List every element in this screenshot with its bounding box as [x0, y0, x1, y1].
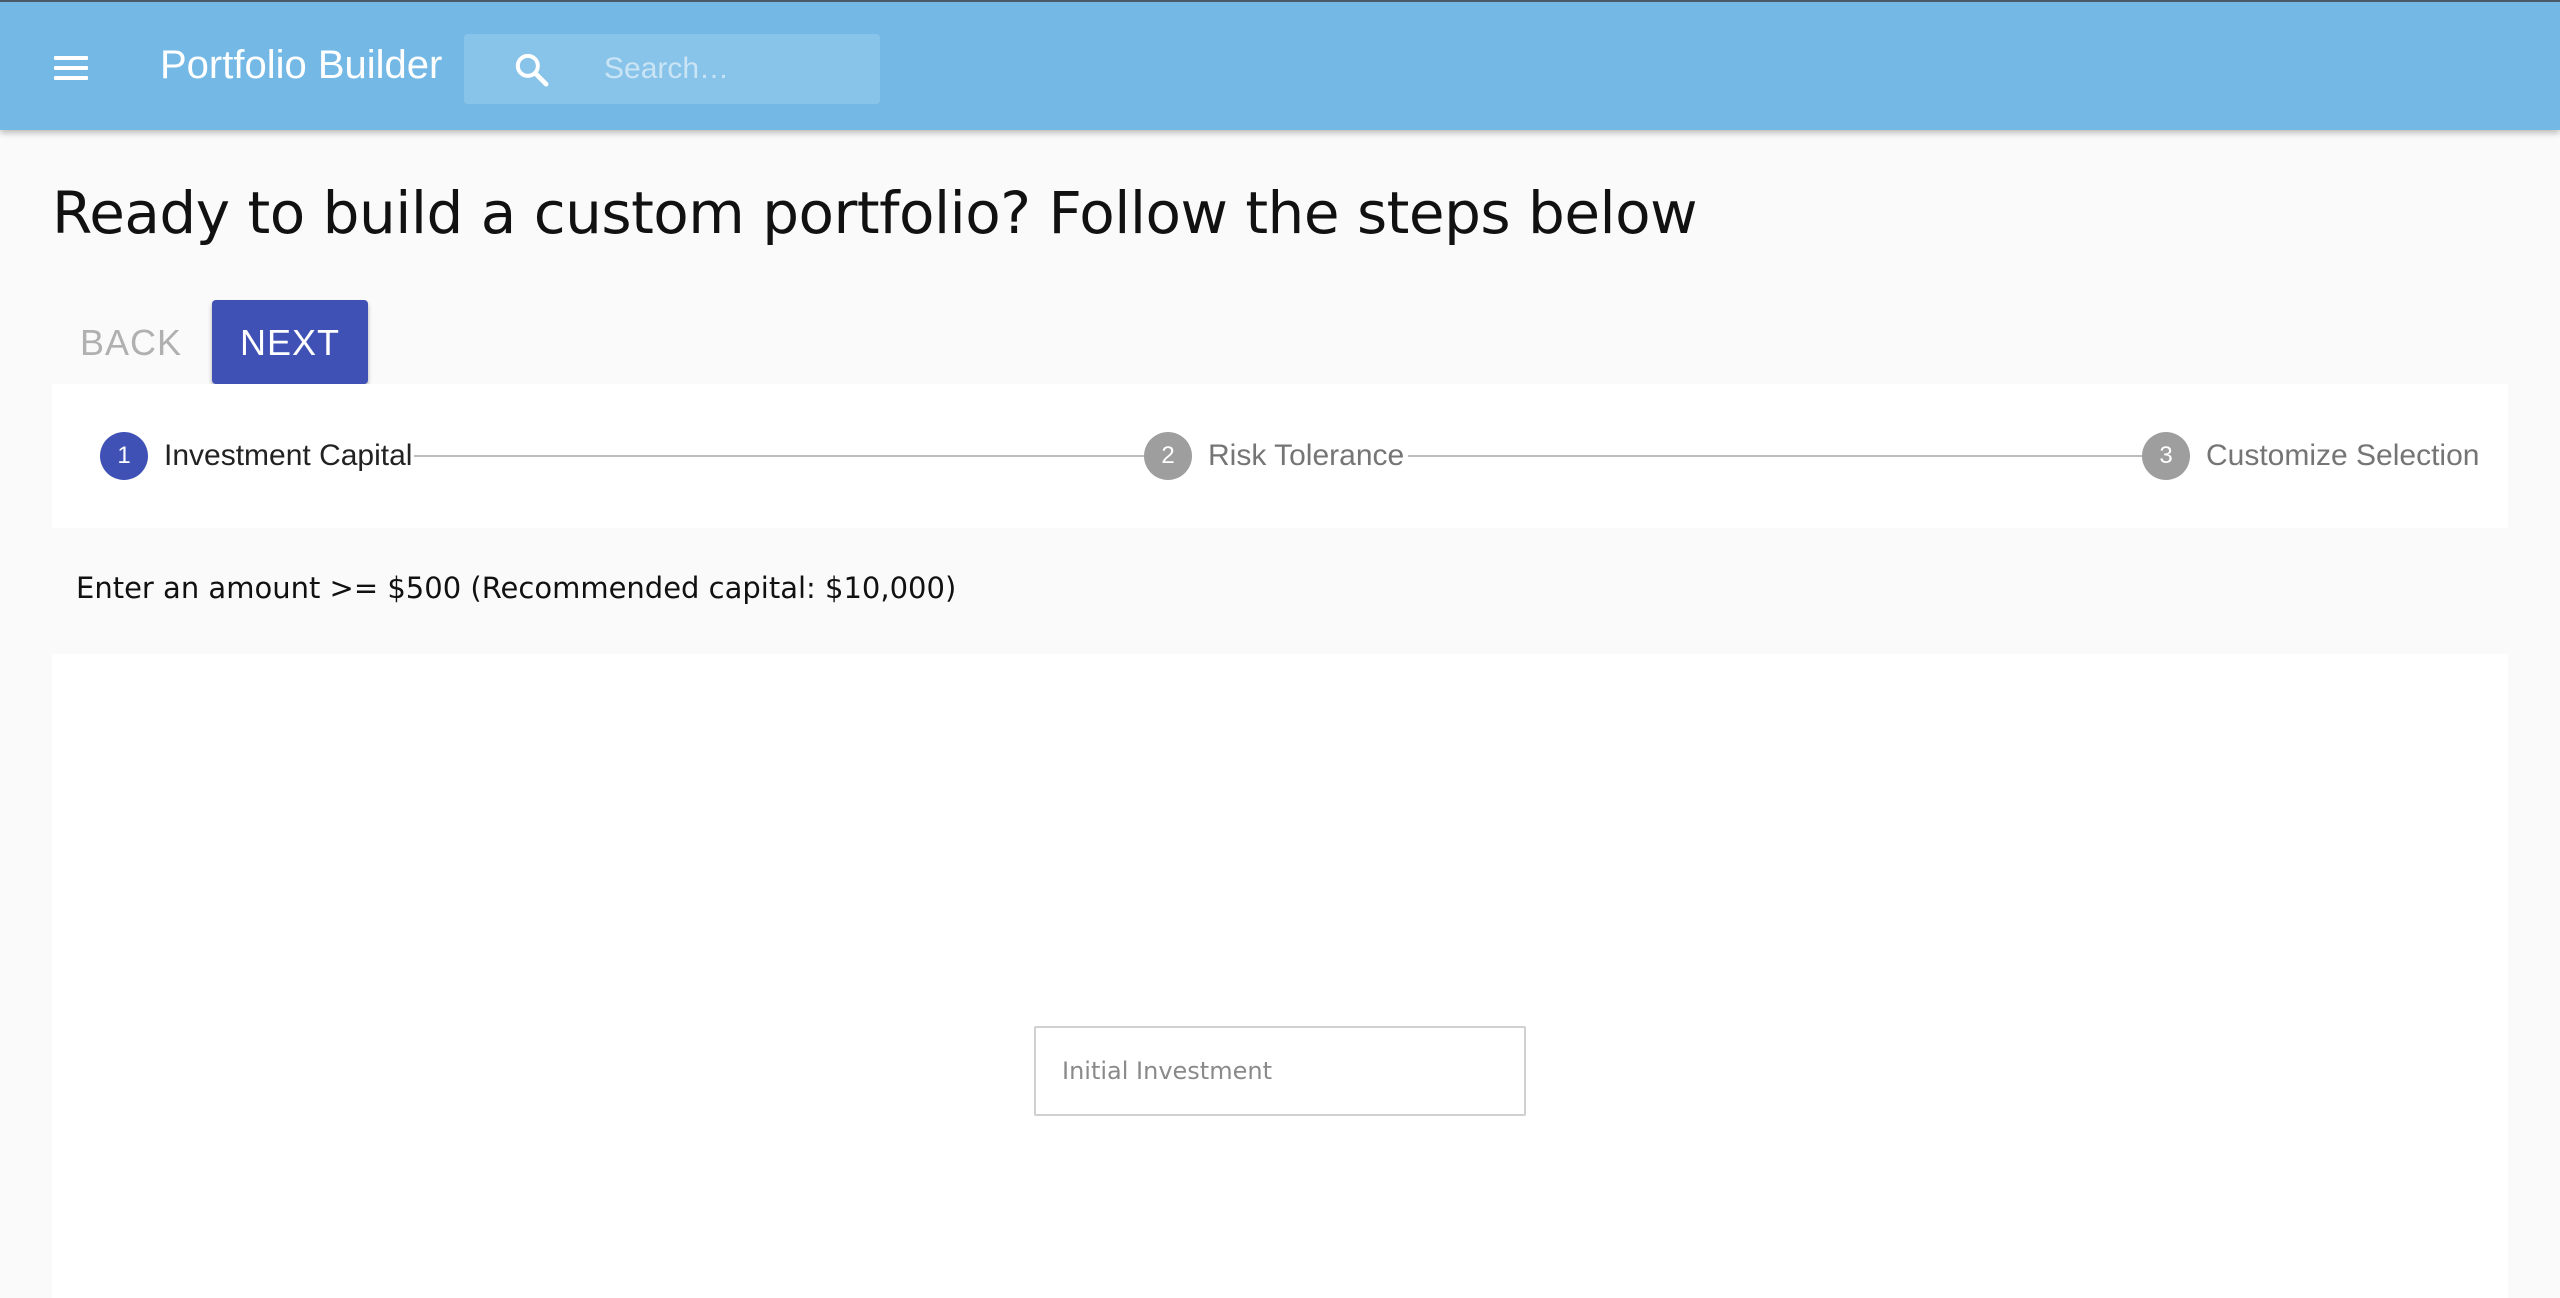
step-3-label[interactable]: Customize Selection	[2206, 436, 2479, 476]
step-3-number[interactable]: 3	[2142, 432, 2190, 480]
step-2-label[interactable]: Risk Tolerance	[1208, 436, 1404, 476]
step-connector-2	[1408, 455, 2180, 457]
step-1-label[interactable]: Investment Capital	[164, 436, 412, 476]
app-bar: Portfolio Builder	[0, 0, 2560, 130]
page-title: Ready to build a custom portfolio? Follo…	[52, 179, 1698, 247]
step-instruction: Enter an amount >= $500 (Recommended cap…	[76, 571, 957, 605]
search-input[interactable]	[604, 34, 864, 104]
step-content-panel	[52, 654, 2508, 1298]
app-title: Portfolio Builder	[160, 43, 443, 87]
menu-icon[interactable]	[44, 48, 98, 88]
step-connector-1	[414, 455, 1178, 457]
stepper: 1 Investment Capital 2 Risk Tolerance 3 …	[52, 384, 2508, 528]
search-icon	[515, 53, 549, 87]
initial-investment-input[interactable]	[1034, 1026, 1526, 1116]
back-button[interactable]: BACK	[54, 300, 208, 384]
next-button[interactable]: NEXT	[212, 300, 368, 384]
step-2-number[interactable]: 2	[1144, 432, 1192, 480]
step-1-number[interactable]: 1	[100, 432, 148, 480]
search-box[interactable]	[464, 34, 880, 104]
